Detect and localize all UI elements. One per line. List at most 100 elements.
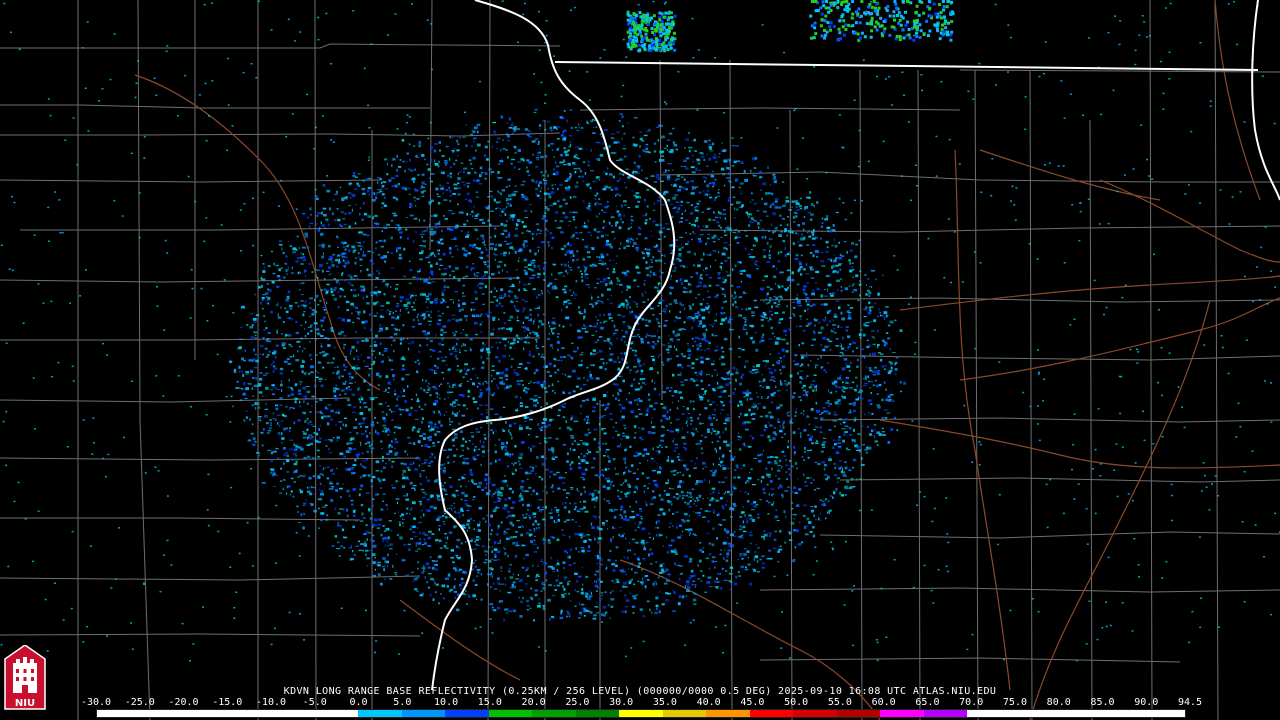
echo-pixel — [321, 269, 324, 273]
echo-pixel — [679, 204, 683, 207]
echo-pixel — [421, 567, 426, 569]
echo-pixel — [626, 245, 630, 247]
echo-pixel — [472, 548, 475, 551]
echo-pixel — [658, 571, 663, 574]
echo-pixel — [471, 443, 474, 445]
echo-pixel — [327, 415, 331, 418]
echo-pixel — [348, 225, 351, 229]
echo-pixel — [729, 244, 731, 246]
echo-pixel — [790, 490, 794, 494]
echo-pixel — [579, 404, 583, 408]
echo-pixel — [780, 372, 782, 375]
echo-pixel — [729, 450, 732, 452]
echo-pixel — [602, 485, 606, 488]
echo-pixel — [857, 433, 861, 436]
echo-pixel — [801, 355, 804, 358]
echo-pixel — [374, 518, 378, 522]
echo-pixel — [309, 411, 312, 413]
echo-pixel — [444, 536, 447, 539]
echo-pixel — [270, 363, 273, 366]
echo-pixel — [368, 193, 370, 197]
echo-pixel — [360, 463, 362, 466]
echo-pixel — [668, 303, 672, 306]
echo-pixel — [251, 341, 253, 343]
echo-pixel — [731, 294, 733, 298]
echo-pixel — [851, 284, 854, 287]
echo-pixel — [315, 354, 318, 356]
echo-pixel — [751, 519, 755, 522]
echo-pixel — [826, 246, 829, 249]
echo-pixel — [529, 332, 532, 335]
echo-pixel — [635, 192, 640, 194]
echo-pixel — [508, 117, 512, 121]
echo-pixel — [348, 447, 351, 449]
echo-pixel — [762, 386, 764, 388]
echo-pixel — [827, 499, 830, 503]
echo-pixel — [644, 290, 647, 294]
echo-pixel — [630, 592, 632, 595]
echo-pixel — [482, 361, 485, 364]
echo-pixel — [834, 425, 836, 428]
echo-pixel — [439, 464, 444, 466]
echo-pixel — [460, 444, 465, 447]
echo-pixel — [627, 556, 629, 560]
echo-pixel — [488, 538, 491, 541]
echo-pixel — [490, 546, 494, 548]
echo-pixel — [720, 236, 723, 238]
echo-pixel — [444, 218, 449, 220]
echo-pixel — [840, 343, 842, 345]
echo-pixel — [449, 417, 451, 421]
echo-pixel — [763, 202, 768, 206]
echo-pixel — [533, 320, 535, 323]
echo-pixel — [415, 550, 419, 552]
echo-pixel — [805, 297, 810, 300]
echo-pixel — [645, 219, 648, 222]
echo-pixel — [641, 577, 643, 581]
echo-pixel — [721, 149, 725, 152]
echo-pixel — [845, 350, 848, 351]
echo-pixel — [532, 564, 534, 568]
echo-pixel — [306, 390, 311, 394]
echo-pixel — [723, 557, 725, 560]
county-line — [0, 575, 421, 581]
echo-pixel — [820, 303, 824, 306]
echo-pixel — [589, 370, 591, 374]
echo-pixel — [852, 409, 857, 413]
echo-pixel — [807, 308, 809, 311]
echo-pixel — [309, 324, 313, 327]
echo-pixel — [746, 520, 749, 524]
echo-pixel — [631, 568, 633, 571]
echo-pixel — [480, 598, 483, 601]
echo-pixel — [800, 273, 803, 276]
echo-pixel — [727, 197, 730, 199]
echo-pixel — [709, 403, 713, 406]
echo-pixel — [835, 257, 838, 259]
echo-pixel — [497, 494, 500, 497]
echo-pixel — [347, 451, 351, 453]
echo-pixel — [532, 523, 535, 526]
echo-pixel — [722, 351, 725, 353]
echo-pixel — [699, 395, 703, 399]
echo-pixel — [498, 498, 502, 500]
echo-pixel — [436, 494, 439, 497]
echo-pixel — [473, 179, 476, 182]
echo-pixel — [367, 273, 372, 277]
echo-pixel — [745, 481, 747, 484]
echo-pixel — [772, 173, 776, 176]
echo-pixel — [803, 473, 805, 477]
echo-pixel — [845, 329, 848, 332]
echo-pixel — [803, 429, 806, 432]
echo-pixel — [612, 270, 616, 274]
echo-pixel — [571, 127, 573, 129]
echo-pixel — [285, 298, 289, 302]
echo-pixel — [458, 583, 461, 587]
echo-pixel — [549, 232, 552, 235]
echo-pixel — [283, 427, 286, 431]
echo-pixel — [636, 513, 640, 516]
echo-pixel — [387, 544, 389, 547]
echo-pixel — [319, 482, 322, 485]
echo-pixel — [433, 349, 436, 352]
echo-pixel — [675, 245, 679, 247]
echo-pixel — [523, 240, 528, 243]
echo-pixel — [469, 133, 474, 136]
